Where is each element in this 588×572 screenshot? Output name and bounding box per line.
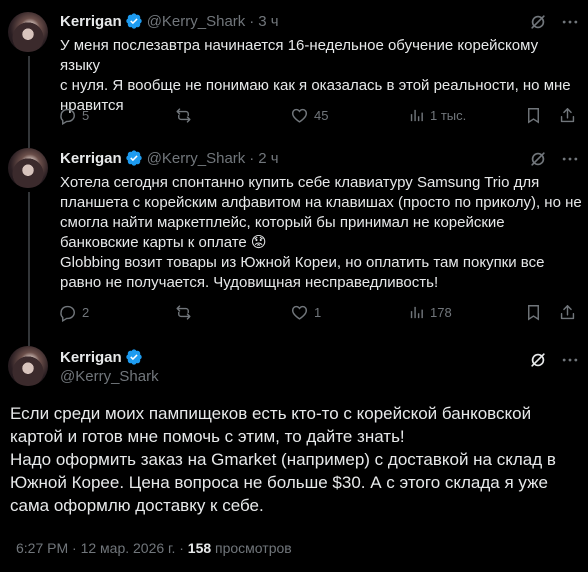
views-icon xyxy=(410,109,423,122)
grok-icon[interactable] xyxy=(528,350,548,370)
bookmark-button[interactable] xyxy=(524,303,543,322)
tweet-1[interactable]: Kerrigan @Kerry_Shark · 3 ч У меня после… xyxy=(0,0,588,140)
retweet-icon xyxy=(176,305,191,320)
share-button[interactable] xyxy=(558,106,577,125)
more-icon[interactable] xyxy=(560,350,580,370)
reply-icon xyxy=(60,108,75,125)
more-icon[interactable] xyxy=(560,149,580,169)
views-count: 158 xyxy=(187,540,212,556)
tweet-text: Если среди моих пампищеков есть кто-то с… xyxy=(10,404,556,515)
author-handle[interactable]: @Kerry_Shark xyxy=(147,13,246,30)
avatar[interactable] xyxy=(8,346,48,386)
like-button[interactable]: 45 xyxy=(290,106,328,125)
like-button[interactable]: 1 xyxy=(290,303,321,322)
author-name[interactable]: Kerrigan xyxy=(60,150,122,167)
retweet-button[interactable] xyxy=(174,303,193,322)
tweet-timestamp[interactable]: 6:27 PM · 12 мар. 2026 г. · xyxy=(16,540,188,556)
tweet-text: Хотела сегодня спонтанно купить себе кла… xyxy=(60,174,582,291)
separator-dot: · xyxy=(249,12,255,30)
bookmark-icon xyxy=(528,305,539,321)
tweet-time[interactable]: 3 ч xyxy=(258,13,278,30)
share-icon xyxy=(560,305,575,320)
views-button[interactable]: 178 xyxy=(408,304,452,321)
views-icon xyxy=(410,306,423,319)
retweet-icon xyxy=(176,108,191,123)
reply-count: 5 xyxy=(82,108,90,123)
tweet-text: У меня послезавтра начинается 16-недельн… xyxy=(60,37,571,114)
tweet-time[interactable]: 2 ч xyxy=(258,150,278,167)
like-icon xyxy=(291,108,308,123)
like-count: 45 xyxy=(314,108,329,123)
bookmark-icon xyxy=(528,108,539,124)
separator-dot: · xyxy=(249,149,255,167)
reply-button[interactable]: 2 xyxy=(58,303,89,322)
grok-icon[interactable] xyxy=(528,149,548,169)
author-handle[interactable]: @Kerry_Shark xyxy=(60,368,159,385)
author-handle[interactable]: @Kerry_Shark xyxy=(147,150,246,167)
thread-line xyxy=(28,140,30,148)
share-button[interactable] xyxy=(558,303,577,322)
tweet-2[interactable]: Kerrigan @Kerry_Shark · 2 ч Хотела сегод… xyxy=(0,140,588,336)
views-button[interactable]: 1 тыс. xyxy=(408,107,466,124)
author-name[interactable]: Kerrigan xyxy=(60,13,122,30)
tweet-meta: 6:27 PM · 12 мар. 2026 г. · 158 просмотр… xyxy=(16,540,292,556)
reply-icon xyxy=(60,305,75,322)
views-label: просмотров xyxy=(211,540,292,556)
share-icon xyxy=(560,108,575,123)
grok-icon[interactable] xyxy=(528,12,548,32)
bookmark-button[interactable] xyxy=(524,106,543,125)
thread-line xyxy=(28,336,30,346)
thread-line xyxy=(28,192,30,336)
main-tweet[interactable]: Kerrigan @Kerry_Shark Если среди моих па… xyxy=(0,336,588,572)
verified-badge-icon xyxy=(126,150,142,166)
author-name[interactable]: Kerrigan xyxy=(60,349,122,366)
thread-line xyxy=(28,56,30,140)
reply-count: 2 xyxy=(82,305,90,320)
more-icon[interactable] xyxy=(560,12,580,32)
verified-badge-icon xyxy=(126,13,142,29)
like-icon xyxy=(291,305,308,320)
views-count: 178 xyxy=(430,305,452,320)
reply-button[interactable]: 5 xyxy=(58,106,89,125)
retweet-button[interactable] xyxy=(174,106,193,125)
like-count: 1 xyxy=(314,305,322,320)
avatar[interactable] xyxy=(8,12,48,52)
views-count: 1 тыс. xyxy=(430,108,467,123)
avatar[interactable] xyxy=(8,148,48,188)
verified-badge-icon xyxy=(126,349,142,365)
